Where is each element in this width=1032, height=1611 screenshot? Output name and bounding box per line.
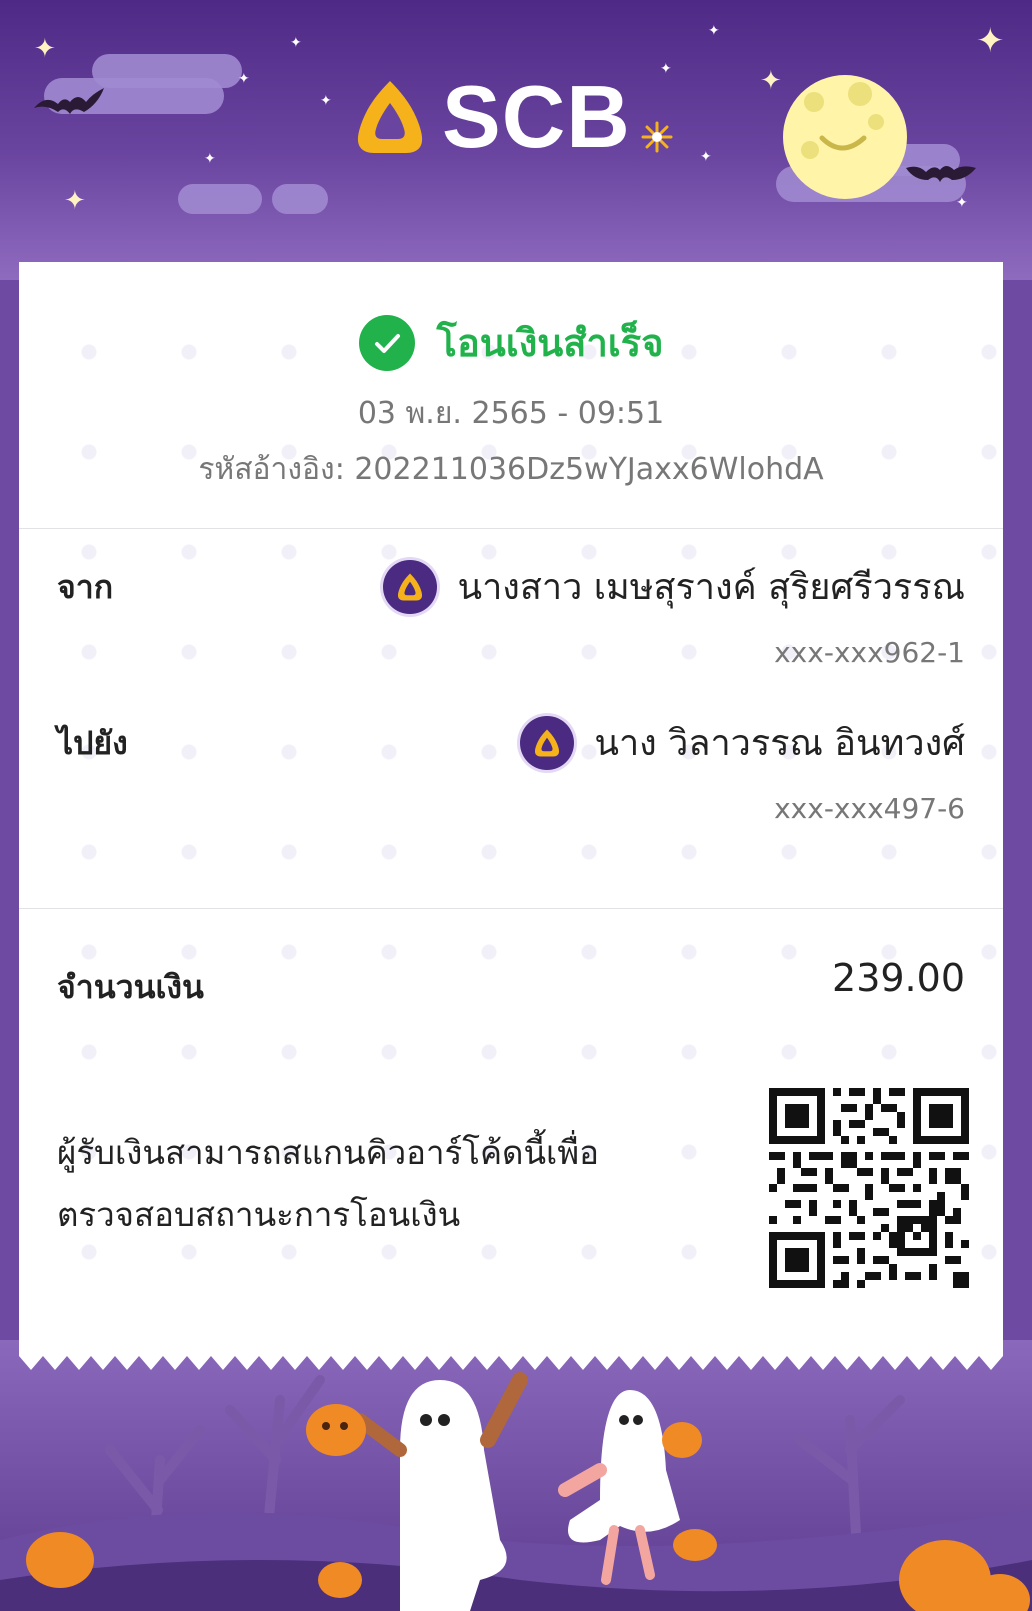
qr-instruction-line: ผู้รับเงินสามารถสแกนคิวอาร์โค้ดนี้เพื่อ	[57, 1133, 599, 1172]
cloud-decoration	[272, 184, 328, 214]
to-account: xxx-xxx497-6	[774, 792, 965, 825]
to-name: นาง วิลาวรรณ อินทวงศ์	[594, 723, 965, 764]
star-icon: ✦	[976, 21, 1005, 61]
to-name-row: นาง วิลาวรรณ อินทวงศ์	[520, 714, 965, 771]
star-icon: ✦	[956, 195, 968, 211]
reference-value: 202211036Dz5wYJaxx6WlohdA	[354, 452, 824, 487]
scb-logo: SCB	[350, 67, 675, 166]
star-icon: ✦	[64, 186, 86, 216]
from-label: จาก	[57, 568, 114, 606]
reference-label: รหัสอ้างอิง:	[198, 452, 345, 487]
star-icon: ✦	[708, 23, 720, 39]
brand-name: SCB	[442, 67, 631, 166]
star-icon: ✦	[320, 93, 332, 109]
check-circle-icon	[358, 314, 415, 371]
star-icon: ✦	[760, 66, 782, 96]
header-banner: ✦ ✦ ✦ ✦ ✦ ✦ ✦ ✦ ✦ ✦ ✦ ✦ SCB	[0, 0, 1032, 280]
amount-value: 239.00	[832, 956, 965, 1000]
from-name-row: นางสาว เมษสุรางค์ สุริยศรีวรรณ	[383, 558, 965, 615]
status-title: โอนเงินสำเร็จ	[436, 321, 664, 365]
bat-icon	[906, 166, 976, 182]
from-name: นางสาว เมษสุรางค์ สุริยศรีวรรณ	[457, 567, 965, 608]
cloud-decoration	[178, 184, 262, 214]
cloud-decoration	[92, 54, 242, 88]
divider	[19, 908, 1003, 909]
star-icon: ✦	[700, 149, 712, 165]
star-icon: ✦	[238, 71, 250, 87]
status-row: โอนเงินสำเร็จ	[19, 312, 1003, 373]
scb-bank-icon	[520, 715, 575, 770]
qr-code[interactable]	[769, 1088, 969, 1288]
qr-instruction-line: ตรวจสอบสถานะการโอนเงิน	[57, 1195, 461, 1234]
moon-icon	[783, 75, 907, 199]
qr-instruction: ผู้รับเงินสามารถสแกนคิวอาร์โค้ดนี้เพื่อ …	[57, 1122, 677, 1246]
divider	[19, 528, 1003, 529]
transaction-datetime: 03 พ.ย. 2565 - 09:51	[357, 396, 665, 431]
to-label: ไปยัง	[57, 724, 128, 762]
scb-bank-icon	[383, 559, 438, 614]
star-icon: ✦	[204, 151, 216, 167]
halloween-illustration	[0, 1340, 1032, 1611]
scb-emblem-icon	[357, 81, 423, 153]
sparkle-icon	[641, 121, 673, 153]
bat-icon	[34, 88, 104, 114]
amount-label: จำนวนเงิน	[57, 968, 204, 1006]
star-icon: ✦	[34, 34, 56, 64]
reference-row: รหัสอ้างอิง: 202211036Dz5wYJaxx6WlohdA	[19, 446, 1003, 493]
from-account: xxx-xxx962-1	[774, 636, 965, 669]
star-icon: ✦	[290, 35, 302, 51]
receipt-card: โอนเงินสำเร็จ 03 พ.ย. 2565 - 09:51 รหัสอ…	[19, 262, 1003, 1384]
